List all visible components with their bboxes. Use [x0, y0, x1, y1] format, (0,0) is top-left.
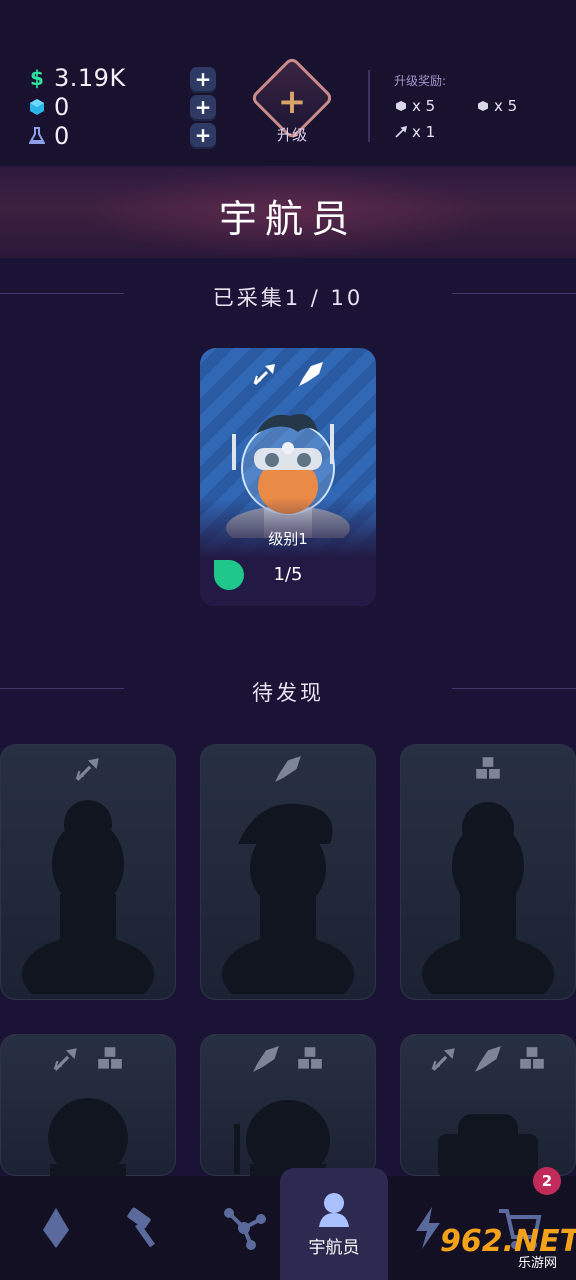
astronaut-card[interactable]: 级别1 1/5: [200, 348, 376, 606]
rocket-icon: [273, 754, 303, 784]
nav-crystals[interactable]: [8, 1176, 104, 1280]
locked-card[interactable]: [0, 1034, 176, 1176]
reward-gems-count: x 5: [412, 97, 436, 115]
nav-network[interactable]: [196, 1176, 292, 1280]
upgrade-button[interactable]: + 升级: [244, 55, 340, 150]
cubes-icon: [473, 754, 503, 784]
card-icons: [200, 360, 376, 388]
gems-value: 0: [54, 93, 70, 121]
research-row: 0: [28, 122, 70, 150]
add-coins-button[interactable]: +: [190, 67, 216, 93]
card-icons: [400, 1044, 576, 1074]
card-level: 级别1: [268, 530, 308, 548]
locked-card[interactable]: [400, 744, 576, 1000]
research-value: 0: [54, 122, 70, 150]
locked-card[interactable]: [200, 1034, 376, 1176]
resource-bar: $ 3.19K 0 0 + + + + 升级 升级奖励: x 5 x 5 x 1: [0, 0, 576, 166]
network-icon: [224, 1208, 266, 1250]
add-gems-button[interactable]: +: [190, 95, 216, 121]
astronaut-icon: [319, 1192, 349, 1227]
page-header: 宇航员: [0, 166, 576, 258]
card-progress-count: 1/5: [273, 564, 303, 585]
locked-card[interactable]: [400, 1034, 576, 1176]
locked-silhouette: [234, 1100, 330, 1176]
dollar-icon: $: [30, 66, 44, 90]
nav-build[interactable]: [96, 1176, 192, 1280]
nav-astronauts[interactable]: 宇航员: [280, 1168, 388, 1280]
wrench-icon: [251, 360, 279, 388]
rocket-icon: [297, 360, 325, 388]
cubes-icon: [295, 1044, 325, 1074]
page-title: 宇航员: [218, 197, 357, 241]
reward-gems-2-count: x 5: [494, 97, 518, 115]
collected-heading: 已采集1 / 10: [212, 286, 364, 310]
watermark: 962.NET 乐游网: [440, 1224, 576, 1274]
locked-silhouette: [48, 1098, 128, 1176]
reward-tool: x 1: [394, 123, 435, 141]
card-icons: [0, 754, 176, 784]
divider: [368, 70, 370, 142]
card-icons: [0, 1044, 176, 1074]
wrench-icon: [429, 1044, 459, 1074]
cubes-icon: [517, 1044, 547, 1074]
hammer-icon: [127, 1207, 155, 1248]
coins-value: 3.19K: [54, 64, 126, 92]
card-icons: [200, 754, 376, 784]
gem-icon: [394, 99, 408, 113]
wrench-icon: [73, 754, 103, 784]
pending-heading: 待发现: [252, 681, 324, 705]
card-icons: [400, 754, 576, 784]
upgrade-plus-icon: +: [277, 82, 307, 122]
locked-silhouette: [422, 802, 554, 994]
coins-row: $ 3.19K: [28, 64, 126, 92]
notification-badge: 2: [533, 1167, 561, 1195]
gem-icon: [476, 99, 490, 113]
reward-tool-count: x 1: [412, 123, 436, 141]
gem-icon: [28, 96, 46, 118]
reward-gems-2: x 5: [476, 97, 517, 115]
locked-card[interactable]: [200, 744, 376, 1000]
flask-icon: [28, 125, 46, 147]
nav-astronauts-label: 宇航员: [308, 1237, 360, 1258]
tool-icon: [394, 125, 408, 139]
upgrade-label: 升级: [276, 126, 307, 144]
watermark-sub: 乐游网: [518, 1256, 558, 1271]
diamond-icon: [43, 1208, 69, 1248]
reward-gems: x 5: [394, 97, 435, 115]
locked-silhouette: [222, 803, 354, 994]
add-research-button[interactable]: +: [190, 123, 216, 149]
locked-silhouette: [22, 800, 154, 994]
card-icons: [200, 1044, 376, 1074]
gems-row: 0: [28, 93, 70, 121]
rocket-icon: [473, 1044, 503, 1074]
rocket-icon: [251, 1044, 281, 1074]
locked-card[interactable]: [0, 744, 176, 1000]
locked-silhouette: [438, 1114, 538, 1176]
card-progress-indicator: [214, 560, 244, 590]
upgrade-rewards-title: 升级奖励:: [394, 74, 447, 88]
wrench-icon: [51, 1044, 81, 1074]
cubes-icon: [95, 1044, 125, 1074]
